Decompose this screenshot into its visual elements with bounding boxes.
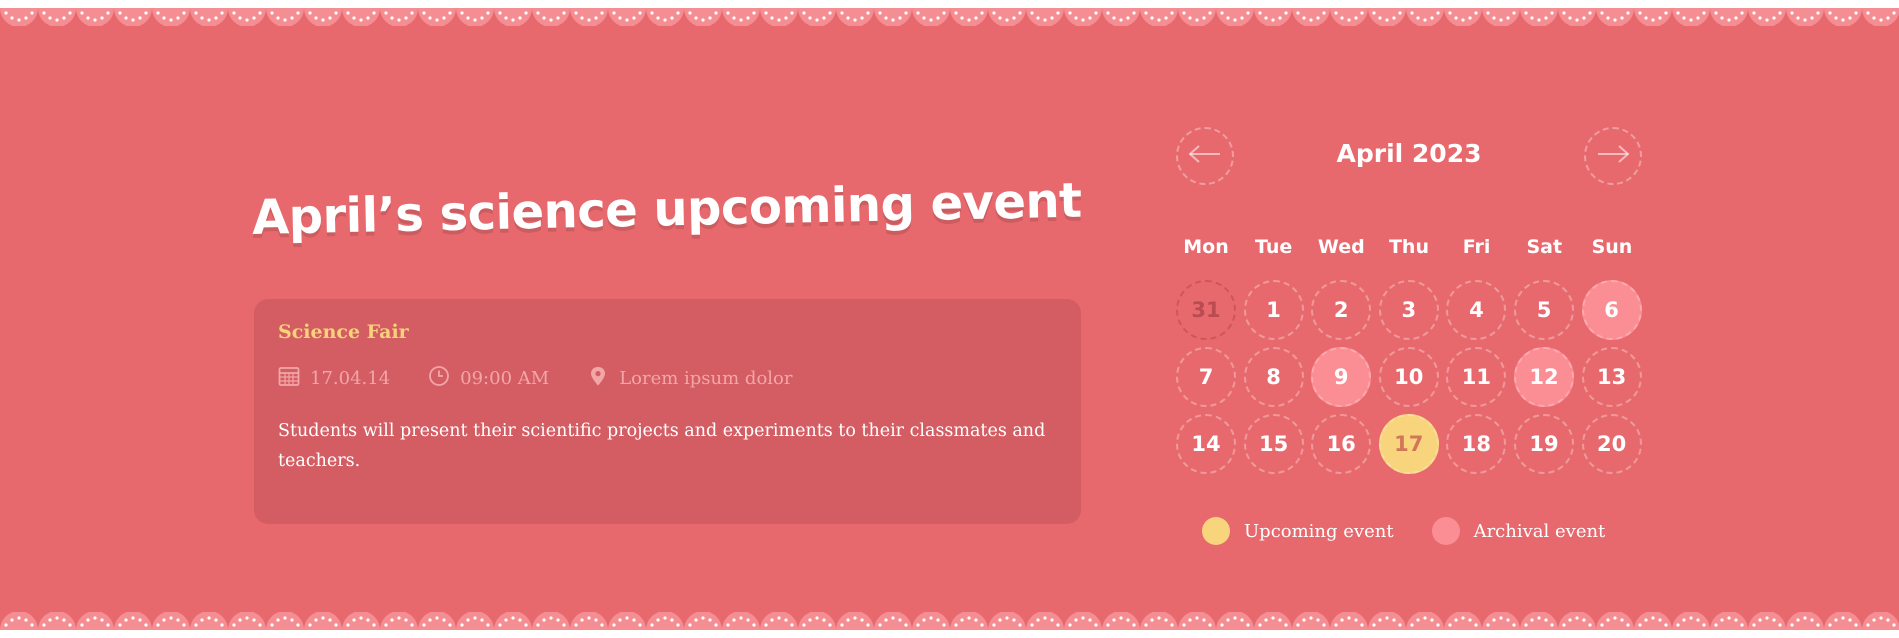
event-time: 09:00 AM (428, 365, 549, 392)
calendar-day-19[interactable]: 19 (1514, 414, 1574, 474)
calendar-day-2[interactable]: 2 (1311, 280, 1372, 340)
weekday-label: Wed (1317, 236, 1365, 258)
calendar-legend: Upcoming event Archival event (1202, 517, 1643, 545)
calendar-day-18[interactable]: 18 (1446, 414, 1507, 474)
clock-icon (428, 365, 460, 392)
event-time-text: 09:00 AM (460, 368, 550, 389)
calendar-icon (278, 365, 310, 392)
page-title: April’s science upcoming event (251, 172, 1083, 246)
calendar-day-7[interactable]: 7 (1176, 347, 1236, 407)
weekday-label: Mon (1183, 236, 1229, 258)
legend-upcoming: Upcoming event (1202, 517, 1394, 545)
calendar-day-20[interactable]: 20 (1581, 414, 1642, 474)
calendar-header: April 2023 (1176, 127, 1642, 189)
calendar-day-31[interactable]: 31 (1176, 280, 1236, 340)
event-description: Students will present their scientific p… (278, 421, 1046, 471)
event-date-text: 17.04.14 (310, 368, 391, 389)
event-name: Science Fair (278, 321, 409, 343)
calendar-day-17[interactable]: 17 (1378, 414, 1439, 474)
scallop-border-bottom (0, 612, 1899, 638)
event-location-text: Lorem ipsum dolor (619, 368, 793, 389)
weekday-label: Thu (1388, 236, 1429, 258)
calendar-day-8[interactable]: 8 (1243, 347, 1304, 407)
calendar-day-4[interactable]: 4 (1446, 280, 1507, 340)
event-location: Lorem ipsum dolor (587, 365, 792, 392)
legend-archival-label: Archival event (1473, 520, 1606, 542)
upcoming-dot-icon (1202, 517, 1230, 545)
archival-dot-icon (1431, 517, 1460, 545)
event-meta: 17.04.14 09:00 AM Lorem ipsum dolor (278, 365, 1057, 392)
weekday-header: Mon Tue Wed Thu Fri Sat Sun (1176, 236, 1642, 258)
legend-archival: Archival event (1431, 517, 1606, 545)
next-month-button[interactable] (1584, 127, 1642, 185)
arrow-right-icon (1596, 144, 1630, 168)
calendar-day-9[interactable]: 9 (1311, 347, 1372, 407)
legend-upcoming-label: Upcoming event (1244, 520, 1394, 542)
weekday-label: Tue (1255, 236, 1293, 258)
calendar-day-6[interactable]: 6 (1581, 280, 1642, 340)
calendar-day-3[interactable]: 3 (1378, 280, 1439, 340)
weekday-label: Sun (1591, 236, 1633, 258)
month-title: April 2023 (1336, 139, 1482, 168)
calendar-day-12[interactable]: 12 (1514, 347, 1574, 407)
calendar-day-16[interactable]: 16 (1311, 414, 1372, 474)
event-date: 17.04.14 (278, 365, 390, 392)
location-pin-icon (587, 365, 619, 392)
calendar-day-15[interactable]: 15 (1243, 414, 1304, 474)
calendar-day-1[interactable]: 1 (1243, 280, 1304, 340)
weekday-label: Fri (1462, 236, 1491, 258)
calendar-day-13[interactable]: 13 (1581, 347, 1642, 407)
calendar-day-14[interactable]: 14 (1176, 414, 1236, 474)
weekday-label: Sat (1526, 236, 1563, 258)
calendar-day-10[interactable]: 10 (1378, 347, 1439, 407)
event-card: Science Fair 17.04.14 09:00 AM Lorem ips… (254, 299, 1081, 524)
scallop-border-top (0, 0, 1899, 26)
calendar-day-5[interactable]: 5 (1514, 280, 1574, 340)
calendar-day-11[interactable]: 11 (1446, 347, 1507, 407)
